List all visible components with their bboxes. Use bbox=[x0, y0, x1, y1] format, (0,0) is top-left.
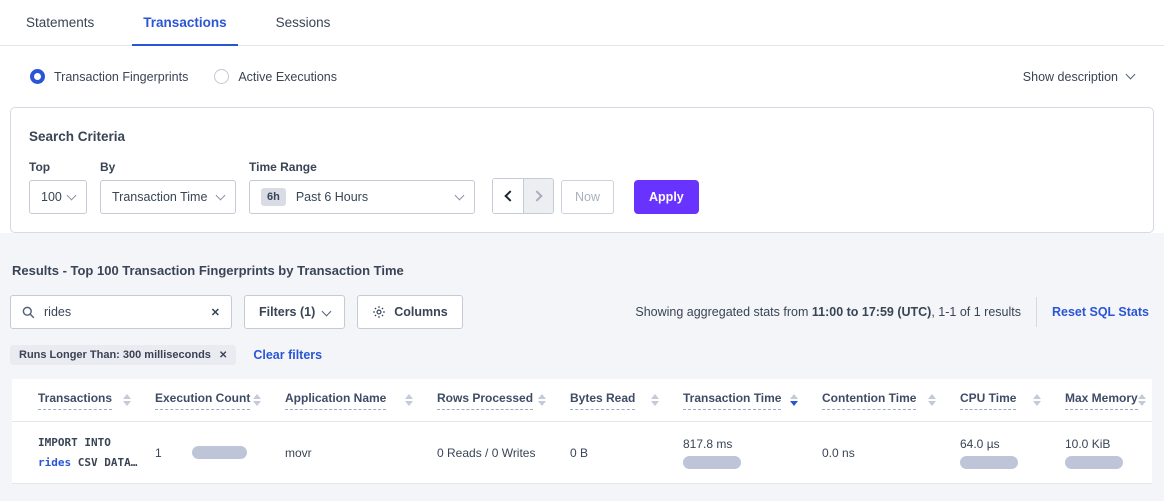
next-window-button-disabled[interactable] bbox=[523, 179, 553, 213]
results-heading: Results - Top 100 Transaction Fingerprin… bbox=[12, 263, 1152, 278]
cpu-time-cell: 64.0 µs bbox=[960, 437, 1065, 469]
clear-filters-link[interactable]: Clear filters bbox=[253, 348, 322, 362]
sort-control[interactable] bbox=[651, 394, 659, 406]
tab-sessions[interactable]: Sessions bbox=[265, 0, 342, 45]
filters-button-label: Filters (1) bbox=[259, 305, 315, 319]
transaction-fingerprint-link[interactable]: IMPORT INTO rides CSV DATA… bbox=[38, 433, 155, 472]
sort-control-active-desc[interactable] bbox=[790, 394, 798, 406]
chevron-down-icon bbox=[1126, 70, 1136, 80]
radio-transaction-fingerprints[interactable]: Transaction Fingerprints bbox=[30, 69, 188, 84]
search-input[interactable] bbox=[44, 305, 211, 319]
chevron-down-icon bbox=[67, 190, 77, 200]
by-select[interactable]: Transaction Time bbox=[100, 180, 236, 214]
radio-active-executions[interactable]: Active Executions bbox=[214, 69, 337, 84]
search-box[interactable]: ✕ bbox=[10, 295, 232, 329]
radio-unselected-icon[interactable] bbox=[214, 69, 229, 84]
time-window-arrows bbox=[492, 178, 554, 214]
chevron-down-icon bbox=[455, 190, 465, 200]
filters-button[interactable]: Filters (1) bbox=[244, 295, 345, 329]
previous-window-button[interactable] bbox=[493, 179, 523, 213]
by-field: By Transaction Time bbox=[100, 160, 236, 214]
transactions-table: Transactions Execution Count Application… bbox=[12, 379, 1152, 484]
by-label: By bbox=[100, 160, 236, 174]
table-row: IMPORT INTO rides CSV DATA… 1 movr 0 Rea… bbox=[12, 422, 1152, 484]
bytes-read-cell: 0 B bbox=[570, 446, 683, 460]
sort-control[interactable] bbox=[538, 394, 546, 406]
contention-time-cell: 0.0 ns bbox=[822, 446, 960, 460]
search-criteria-form: Top 100 By Transaction Time Time Range 6… bbox=[29, 160, 1135, 214]
search-criteria-card: Search Criteria Top 100 By Transaction T… bbox=[10, 107, 1154, 233]
columns-button[interactable]: Columns bbox=[357, 295, 462, 329]
radio-label: Transaction Fingerprints bbox=[54, 70, 188, 84]
column-header-cpu-time: CPU Time bbox=[960, 391, 1065, 410]
transaction-time-bar bbox=[683, 456, 741, 469]
column-header-application-name: Application Name bbox=[285, 391, 437, 410]
top-label: Top bbox=[29, 160, 87, 174]
radio-label: Active Executions bbox=[238, 70, 337, 84]
execution-count-bar bbox=[192, 446, 247, 459]
column-header-transactions: Transactions bbox=[38, 391, 155, 410]
max-memory-bar bbox=[1065, 456, 1123, 469]
radio-selected-icon[interactable] bbox=[30, 69, 45, 84]
stats-time-range: 11:00 to 17:59 (UTC) bbox=[812, 305, 931, 319]
apply-button[interactable]: Apply bbox=[634, 180, 699, 214]
column-header-execution-count: Execution Count bbox=[155, 391, 285, 410]
tab-transactions[interactable]: Transactions bbox=[132, 0, 237, 45]
sort-control[interactable] bbox=[1138, 394, 1146, 406]
chevron-down-icon bbox=[322, 306, 332, 316]
sort-control[interactable] bbox=[123, 394, 131, 406]
table-name-link[interactable]: rides bbox=[38, 456, 71, 469]
by-select-value: Transaction Time bbox=[112, 190, 207, 204]
column-header-max-memory: Max Memory bbox=[1065, 391, 1152, 410]
tab-bar: Statements Transactions Sessions bbox=[0, 0, 1164, 46]
time-range-badge: 6h bbox=[261, 188, 286, 206]
search-icon bbox=[22, 306, 35, 319]
time-range-value: Past 6 Hours bbox=[296, 190, 368, 204]
column-header-transaction-time: Transaction Time bbox=[683, 391, 822, 410]
column-header-contention-time: Contention Time bbox=[822, 391, 960, 410]
top-select-value: 100 bbox=[41, 190, 62, 204]
reset-sql-stats-link[interactable]: Reset SQL Stats bbox=[1052, 305, 1149, 319]
vertical-divider bbox=[1036, 297, 1037, 327]
show-description-label: Show description bbox=[1023, 70, 1118, 84]
top-section: Statements Transactions Sessions Transac… bbox=[0, 0, 1164, 233]
filter-tag: Runs Longer Than: 300 milliseconds ✕ bbox=[10, 345, 236, 365]
clear-search-icon[interactable]: ✕ bbox=[211, 306, 220, 319]
sort-control[interactable] bbox=[1033, 394, 1041, 406]
table-header-row: Transactions Execution Count Application… bbox=[12, 379, 1152, 422]
execution-count-cell: 1 bbox=[155, 446, 285, 460]
max-memory-cell: 10.0 KiB bbox=[1065, 437, 1152, 469]
time-range-label: Time Range bbox=[249, 160, 475, 174]
view-toggle-row: Transaction Fingerprints Active Executio… bbox=[0, 46, 1164, 107]
chevron-right-icon bbox=[531, 190, 542, 201]
remove-filter-icon[interactable]: ✕ bbox=[219, 350, 227, 361]
sort-control[interactable] bbox=[928, 394, 936, 406]
chevron-left-icon bbox=[504, 190, 515, 201]
sort-control[interactable] bbox=[253, 394, 261, 406]
time-range-select[interactable]: 6h Past 6 Hours bbox=[249, 180, 475, 214]
aggregated-stats-text: Showing aggregated stats from 11:00 to 1… bbox=[635, 305, 1021, 319]
gear-icon bbox=[372, 305, 386, 319]
active-filters-row: Runs Longer Than: 300 milliseconds ✕ Cle… bbox=[10, 345, 1152, 365]
columns-button-label: Columns bbox=[394, 305, 447, 319]
tab-statements[interactable]: Statements bbox=[15, 0, 105, 45]
application-name-cell: movr bbox=[285, 446, 437, 460]
rows-processed-cell: 0 Reads / 0 Writes bbox=[437, 446, 570, 460]
now-button[interactable]: Now bbox=[561, 180, 614, 214]
column-header-bytes-read: Bytes Read bbox=[570, 391, 683, 410]
filter-tag-label: Runs Longer Than: 300 milliseconds bbox=[19, 349, 211, 361]
cpu-time-bar bbox=[960, 456, 1018, 469]
show-description-toggle[interactable]: Show description bbox=[1023, 70, 1134, 84]
top-select[interactable]: 100 bbox=[29, 180, 87, 214]
time-range-field: Time Range 6h Past 6 Hours bbox=[249, 160, 475, 214]
search-criteria-title: Search Criteria bbox=[29, 129, 1135, 144]
chevron-down-icon bbox=[216, 190, 226, 200]
results-controls-row: ✕ Filters (1) Columns Showing aggregated… bbox=[10, 295, 1152, 329]
transaction-time-cell: 817.8 ms bbox=[683, 437, 822, 469]
stats-area: Showing aggregated stats from 11:00 to 1… bbox=[635, 297, 1152, 327]
results-section: Results - Top 100 Transaction Fingerprin… bbox=[0, 263, 1164, 484]
sort-control[interactable] bbox=[405, 394, 413, 406]
top-field: Top 100 bbox=[29, 160, 87, 214]
column-header-rows-processed: Rows Processed bbox=[437, 391, 570, 410]
